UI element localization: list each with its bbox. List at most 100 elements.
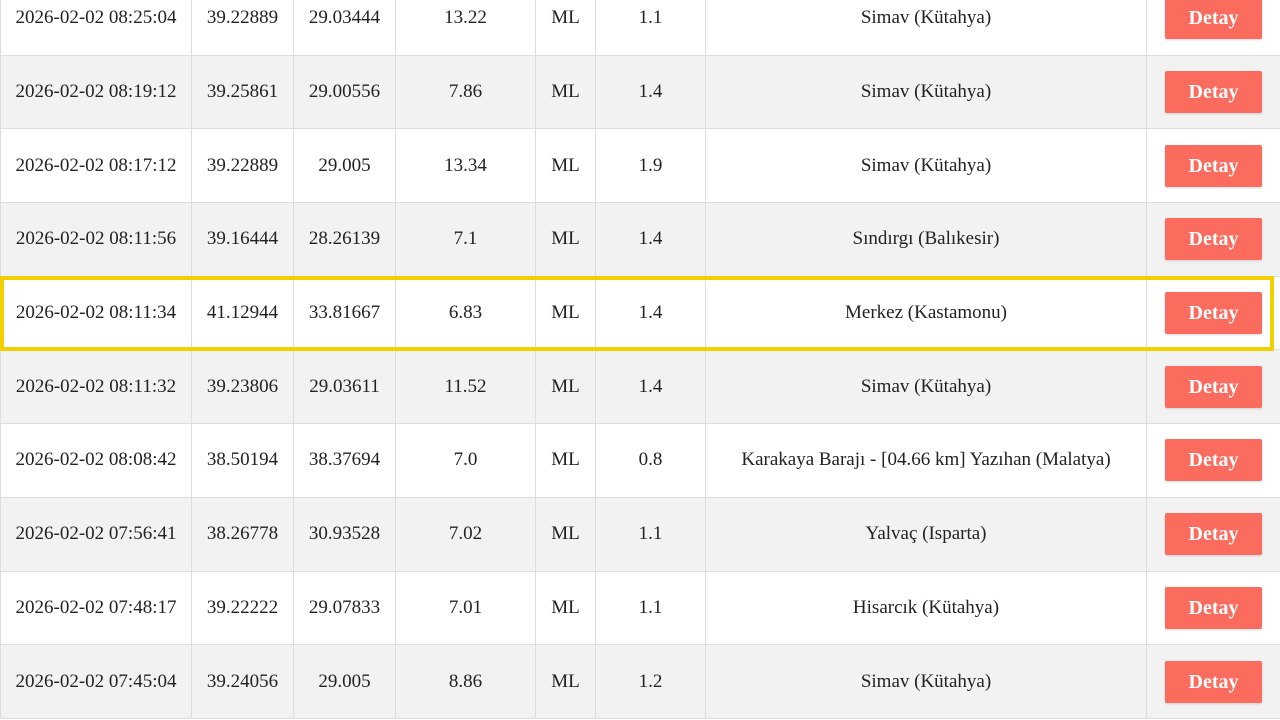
cell-depth: 7.0 (395, 423, 536, 498)
detail-button[interactable]: Detay (1165, 292, 1262, 335)
cell-magnitude-type: ML (535, 275, 596, 351)
cell-date: 2026-02-02 08:11:32 (0, 349, 192, 425)
table-row: 2026-02-02 08:17:12 39.22889 29.005 13.34 ML… (0, 128, 1280, 204)
cell-latitude: 41.12944 (191, 275, 294, 351)
detail-button[interactable]: Detay (1165, 71, 1262, 114)
cell-action: Detay (1146, 423, 1280, 498)
cell-action: Detay (1146, 349, 1280, 425)
cell-depth: 8.86 (395, 644, 536, 719)
cell-location: Sındırgı (Balıkesir) (705, 202, 1147, 277)
detail-button[interactable]: Detay (1165, 218, 1262, 261)
table-row: 2026-02-02 08:11:32 39.23806 29.03611 11.52… (0, 349, 1280, 425)
cell-depth: 7.02 (395, 496, 536, 572)
cell-action: Detay (1146, 496, 1280, 572)
cell-location: Simav (Kütahya) (705, 0, 1147, 56)
cell-longitude: 29.03444 (293, 0, 396, 56)
cell-action: Detay (1146, 202, 1280, 277)
cell-magnitude: 1.1 (595, 496, 706, 572)
cell-depth: 7.86 (395, 54, 536, 130)
cell-magnitude-type: ML (535, 644, 596, 719)
cell-magnitude: 1.1 (595, 0, 706, 56)
cell-date: 2026-02-02 08:11:34 (0, 275, 192, 351)
cell-depth: 11.52 (395, 349, 536, 425)
earthquake-table: 2026-02-02 08:25:04 39.22889 29.03444 13.22… (0, 0, 1280, 719)
cell-depth: 7.1 (395, 202, 536, 277)
table-row: 2026-02-02 07:48:17 39.22222 29.07833 7.01 M… (0, 570, 1280, 646)
cell-latitude: 38.26778 (191, 496, 294, 572)
cell-magnitude: 1.2 (595, 644, 706, 719)
cell-longitude: 28.26139 (293, 202, 396, 277)
detail-button[interactable]: Detay (1165, 144, 1262, 187)
cell-latitude: 39.22222 (191, 570, 294, 646)
cell-depth: 13.34 (395, 128, 536, 204)
detail-button[interactable]: Detay (1165, 439, 1262, 482)
cell-location: Yalvaç (Isparta) (705, 496, 1147, 572)
cell-location: Merkez (Kastamonu) (705, 275, 1147, 351)
cell-location: Simav (Kütahya) (705, 54, 1147, 130)
cell-depth: 7.01 (395, 570, 536, 646)
cell-longitude: 29.03611 (293, 349, 396, 425)
cell-action: Detay (1146, 0, 1280, 56)
cell-location: Karakaya Barajı - [04.66 km] Yazıhan (Ma… (705, 423, 1147, 498)
table-row: 2026-02-02 08:11:34 41.12944 33.81667 6.83 M… (0, 275, 1280, 351)
cell-magnitude: 1.9 (595, 128, 706, 204)
detail-button[interactable]: Detay (1165, 586, 1262, 629)
cell-action: Detay (1146, 128, 1280, 204)
cell-magnitude-type: ML (535, 128, 596, 204)
detail-button[interactable]: Detay (1165, 365, 1262, 408)
cell-depth: 6.83 (395, 275, 536, 351)
table-row: 2026-02-02 08:11:56 39.16444 28.26139 7.1 ML… (0, 202, 1280, 277)
cell-longitude: 33.81667 (293, 275, 396, 351)
cell-latitude: 39.23806 (191, 349, 294, 425)
cell-date: 2026-02-02 07:48:17 (0, 570, 192, 646)
cell-latitude: 39.16444 (191, 202, 294, 277)
table-row: 2026-02-02 08:19:12 39.25861 29.00556 7.86 M… (0, 54, 1280, 130)
cell-magnitude: 1.1 (595, 570, 706, 646)
cell-location: Simav (Kütahya) (705, 128, 1147, 204)
cell-latitude: 39.24056 (191, 644, 294, 719)
detail-button[interactable]: Detay (1165, 660, 1262, 703)
cell-date: 2026-02-02 08:19:12 (0, 54, 192, 130)
cell-date: 2026-02-02 08:25:04 (0, 0, 192, 56)
cell-longitude: 29.00556 (293, 54, 396, 130)
cell-magnitude: 1.4 (595, 349, 706, 425)
cell-action: Detay (1146, 275, 1280, 351)
cell-location: Simav (Kütahya) (705, 349, 1147, 425)
cell-magnitude-type: ML (535, 423, 596, 498)
cell-magnitude-type: ML (535, 349, 596, 425)
table-row: 2026-02-02 08:08:42 38.50194 38.37694 7.0 ML… (0, 423, 1280, 498)
cell-magnitude-type: ML (535, 570, 596, 646)
detail-button[interactable]: Detay (1165, 0, 1262, 40)
cell-latitude: 39.22889 (191, 0, 294, 56)
cell-magnitude-type: ML (535, 54, 596, 130)
cell-date: 2026-02-02 07:45:04 (0, 644, 192, 719)
cell-location: Hisarcık (Kütahya) (705, 570, 1147, 646)
cell-depth: 13.22 (395, 0, 536, 56)
cell-longitude: 30.93528 (293, 496, 396, 572)
table-row: 2026-02-02 07:56:41 38.26778 30.93528 7.02 M… (0, 496, 1280, 572)
cell-action: Detay (1146, 644, 1280, 719)
earthquake-list-viewport: 2026-02-02 08:25:04 39.22889 29.03444 13.22… (0, 0, 1280, 720)
cell-action: Detay (1146, 570, 1280, 646)
cell-longitude: 29.005 (293, 644, 396, 719)
cell-latitude: 39.22889 (191, 128, 294, 204)
cell-location: Simav (Kütahya) (705, 644, 1147, 719)
cell-magnitude-type: ML (535, 0, 596, 56)
cell-magnitude-type: ML (535, 496, 596, 572)
cell-magnitude-type: ML (535, 202, 596, 277)
cell-date: 2026-02-02 08:11:56 (0, 202, 192, 277)
table-row: 2026-02-02 07:45:04 39.24056 29.005 8.86 ML 1… (0, 644, 1280, 719)
cell-magnitude: 0.8 (595, 423, 706, 498)
cell-longitude: 29.005 (293, 128, 396, 204)
table-row: 2026-02-02 08:25:04 39.22889 29.03444 13.22… (0, 0, 1280, 56)
cell-latitude: 38.50194 (191, 423, 294, 498)
detail-button[interactable]: Detay (1165, 513, 1262, 556)
earthquake-table-body: 2026-02-02 08:25:04 39.22889 29.03444 13.22… (0, 0, 1280, 719)
cell-longitude: 29.07833 (293, 570, 396, 646)
cell-action: Detay (1146, 54, 1280, 130)
cell-magnitude: 1.4 (595, 275, 706, 351)
cell-magnitude: 1.4 (595, 54, 706, 130)
cell-date: 2026-02-02 08:17:12 (0, 128, 192, 204)
cell-date: 2026-02-02 08:08:42 (0, 423, 192, 498)
cell-date: 2026-02-02 07:56:41 (0, 496, 192, 572)
